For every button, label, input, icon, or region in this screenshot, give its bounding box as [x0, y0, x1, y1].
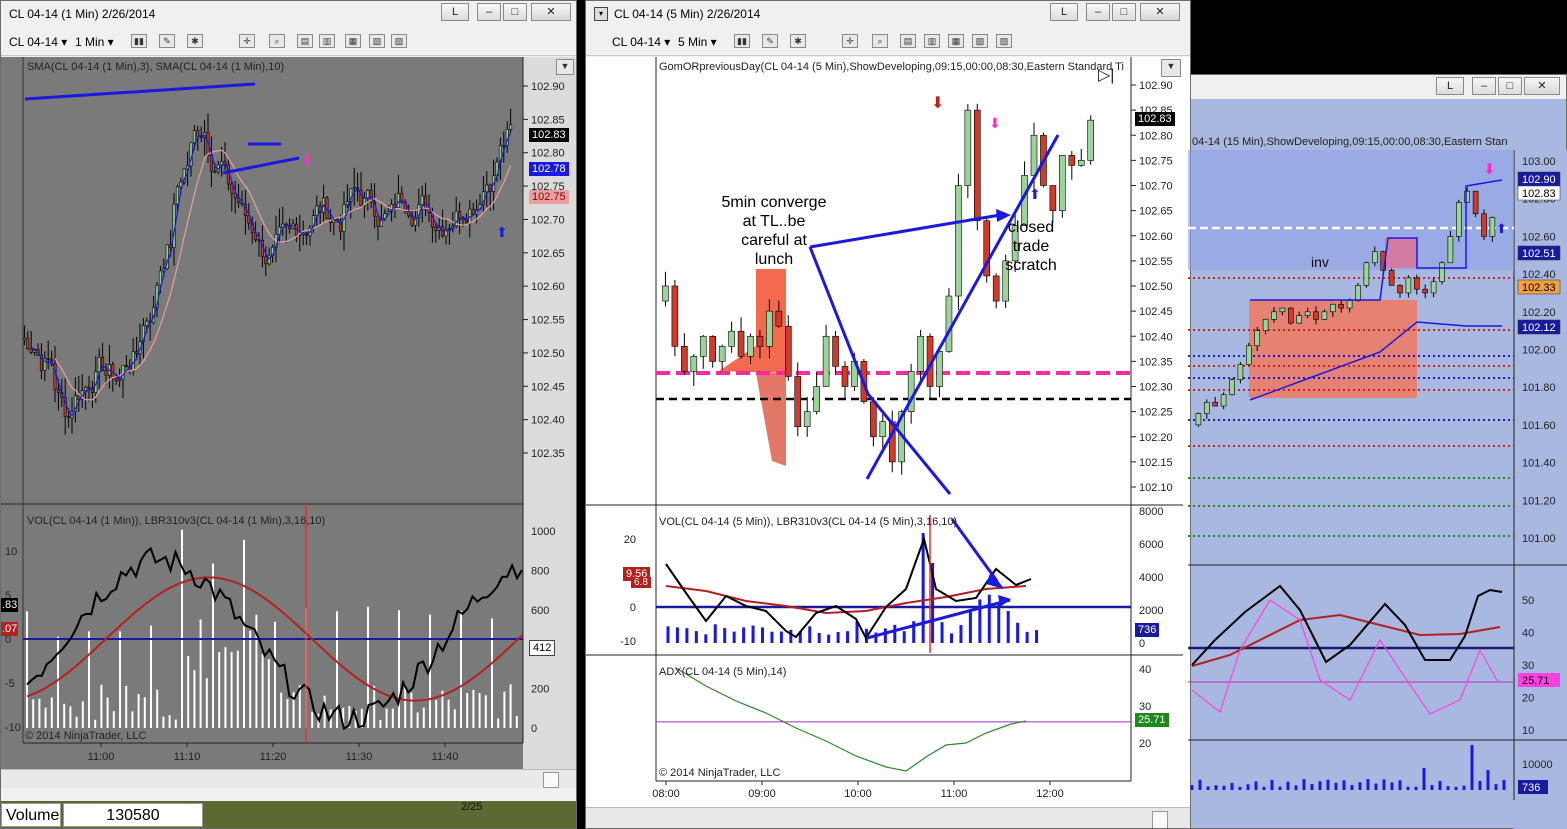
price-tick-label: 101.60: [1522, 420, 1556, 432]
candle-body: [1246, 345, 1252, 365]
osc-tick-label: 10: [1522, 725, 1534, 737]
candle-body: [1195, 413, 1202, 426]
candle-body: [1220, 394, 1227, 407]
price-label-text: 102.12: [1522, 322, 1556, 334]
price-label-text: 102.90: [1522, 174, 1556, 186]
vol-label-text: 736: [1522, 782, 1540, 794]
candle-body: [1397, 285, 1403, 294]
pink-down-arrow: ⬇: [1483, 161, 1496, 178]
candle-body: [1481, 213, 1487, 237]
candle-body: [1355, 285, 1361, 301]
price-tick-label: 101.20: [1522, 495, 1556, 507]
signal-line: [1191, 613, 1501, 667]
vol-tick-label: 10000: [1522, 759, 1553, 771]
price-label-text: 102.33: [1522, 282, 1556, 294]
price-tick-label: 101.00: [1522, 533, 1556, 545]
candle-body: [1414, 277, 1420, 290]
osc-label-text: 25.71: [1522, 675, 1550, 687]
candle-body: [1304, 311, 1311, 316]
candle-body: [1262, 319, 1269, 331]
candle-body: [1430, 281, 1437, 294]
osc-tick-label: 40: [1522, 628, 1534, 640]
osc-tick-label: 20: [1522, 693, 1534, 705]
candle-body: [1422, 288, 1428, 294]
candle-body: [1489, 217, 1496, 237]
candle-body: [1330, 303, 1336, 313]
candle-body: [1472, 190, 1479, 215]
price-tick-label: 102.40: [1522, 269, 1556, 281]
candle-body: [1296, 315, 1302, 324]
developing-range-shade: [1188, 150, 1514, 270]
blue-up-arrow: ⬆: [1496, 221, 1507, 236]
candle-body: [1372, 251, 1378, 264]
chart-15min-drawing: 103.00102.80102.60102.40102.20102.00101.…: [577, 150, 1567, 829]
price-label-text: 102.51: [1522, 248, 1556, 260]
candle-body: [1405, 277, 1412, 294]
candle-body: [1338, 303, 1344, 309]
candle-body: [1212, 401, 1218, 407]
osc-tick-label: 50: [1522, 595, 1534, 607]
price-tick-label: 101.40: [1522, 458, 1556, 470]
window-gap: [577, 800, 585, 829]
or-shade-small: [1385, 238, 1417, 268]
candle-body: [1313, 311, 1319, 320]
candle-body: [1346, 300, 1353, 309]
candle-body: [1388, 270, 1395, 286]
price-tick-label: 102.20: [1522, 307, 1556, 319]
price-label-text: 102.83: [1522, 188, 1556, 200]
candle-body: [1447, 236, 1454, 264]
candle-body: [1363, 262, 1370, 286]
price-tick-label: 101.80: [1522, 382, 1556, 394]
candle-body: [1254, 330, 1260, 347]
candle-body: [1439, 262, 1445, 282]
candle-body: [1237, 364, 1244, 380]
osc-tick-label: 30: [1522, 660, 1534, 672]
candle-body: [1229, 379, 1235, 396]
candle-body: [1288, 307, 1294, 324]
candle-body: [1456, 202, 1462, 237]
candle-body: [1204, 401, 1210, 414]
candle-body: [1279, 307, 1286, 313]
price-tick-label: 102.00: [1522, 345, 1556, 357]
candle-body: [1271, 311, 1277, 320]
candle-body: [1321, 311, 1328, 320]
price-tick-label: 103.00: [1522, 156, 1556, 168]
price-tick-label: 102.60: [1522, 231, 1556, 243]
inv-annotation: inv: [1311, 254, 1329, 270]
